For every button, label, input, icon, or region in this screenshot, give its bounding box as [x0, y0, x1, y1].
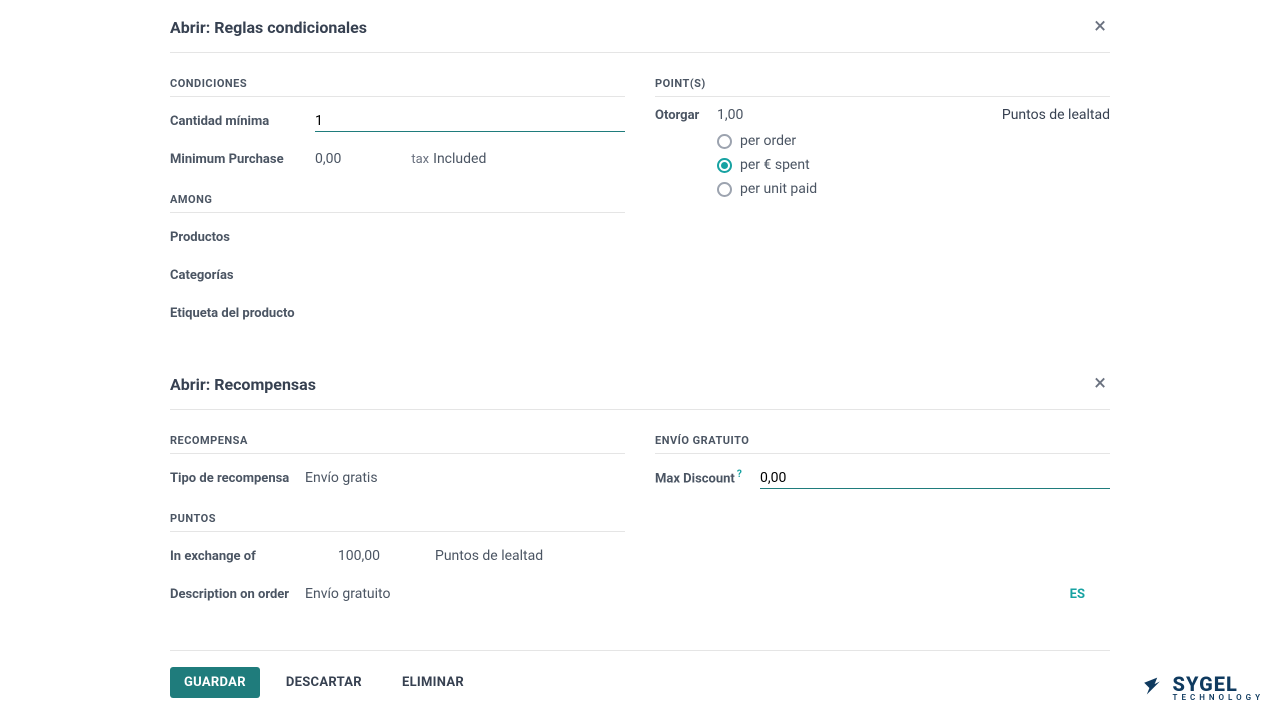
radio-icon [717, 182, 732, 197]
product-tag-label: Etiqueta del producto [170, 306, 295, 321]
grant-value: 1,00 [717, 107, 797, 123]
rules-section-header: Abrir: Reglas condicionales × [170, 0, 1110, 53]
exchange-unit: Puntos de lealtad [435, 548, 543, 564]
rewards-section-header: Abrir: Recompensas × [170, 357, 1110, 410]
brand-name: SYGEL [1173, 674, 1264, 694]
max-discount-label: Max Discount? [655, 469, 760, 486]
rules-section-title: Abrir: Reglas condicionales [170, 18, 367, 37]
free-ship-header: ENVÍO GRATUITO [655, 434, 1110, 454]
radio-per-unit-label: per unit paid [740, 181, 817, 197]
lang-tag[interactable]: ES [1070, 587, 1085, 602]
radio-icon [717, 134, 732, 149]
help-icon[interactable]: ? [737, 469, 742, 480]
desc-label: Description on order [170, 587, 305, 602]
points-header: POINT(S) [655, 77, 1110, 97]
min-qty-label: Cantidad mínima [170, 114, 315, 129]
reward-type-value: Envío gratis [305, 470, 378, 486]
exchange-value: 100,00 [305, 548, 380, 564]
exchange-label: In exchange of [170, 549, 305, 564]
brand-logo-icon [1139, 675, 1165, 701]
delete-button[interactable]: ELIMINAR [388, 667, 478, 698]
radio-per-order[interactable]: per order [717, 133, 1110, 149]
products-label: Productos [170, 230, 315, 245]
points-subheader: PUNTOS [170, 512, 625, 532]
among-header: AMONG [170, 193, 625, 213]
reward-header: RECOMPENSA [170, 434, 625, 454]
radio-per-order-label: per order [740, 133, 796, 149]
tax-label: tax [411, 152, 429, 167]
min-qty-input[interactable] [315, 111, 625, 132]
tax-included-value: Included [433, 151, 486, 167]
save-button[interactable]: GUARDAR [170, 667, 260, 698]
loyalty-points-text: Puntos de lealtad [1002, 107, 1110, 123]
footer: GUARDAR DESCARTAR ELIMINAR [170, 650, 1110, 698]
max-discount-input[interactable] [760, 468, 1110, 489]
radio-icon [717, 158, 732, 173]
radio-per-unit[interactable]: per unit paid [717, 181, 1110, 197]
desc-value: Envío gratuito [305, 586, 390, 602]
categories-label: Categorías [170, 268, 315, 283]
brand-watermark: SYGEL TECHNOLOGY [1139, 674, 1264, 702]
min-purchase-label: Minimum Purchase [170, 152, 315, 167]
close-icon: × [1094, 14, 1106, 39]
close-icon: × [1094, 371, 1106, 396]
discard-button[interactable]: DESCARTAR [272, 667, 376, 698]
radio-per-euro-label: per € spent [740, 157, 810, 173]
conditions-header: CONDICIONES [170, 77, 625, 97]
close-rules-button[interactable]: × [1090, 12, 1110, 42]
min-purchase-value: 0,00 [315, 151, 341, 167]
close-rewards-button[interactable]: × [1090, 369, 1110, 399]
brand-subtitle: TECHNOLOGY [1173, 694, 1264, 702]
reward-type-label: Tipo de recompensa [170, 471, 305, 486]
rewards-section-title: Abrir: Recompensas [170, 375, 316, 394]
radio-per-euro[interactable]: per € spent [717, 157, 1110, 173]
grant-label: Otorgar [655, 108, 717, 123]
